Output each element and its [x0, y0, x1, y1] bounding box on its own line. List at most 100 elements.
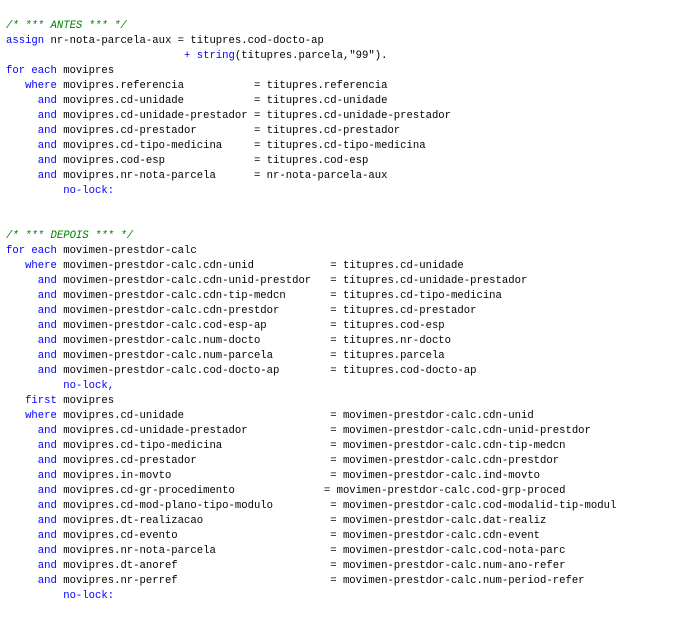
code-line: and movimen-prestdor-calc.num-docto = ti…	[6, 334, 690, 349]
code-keyword: and	[37, 470, 57, 482]
code-keyword: and	[37, 455, 57, 467]
code-line: and movipres.cd-unidade-prestador = titu…	[6, 109, 690, 124]
code-text: movimen-prestdor-calc.cdn-prestdor = tit…	[56, 305, 477, 317]
code-line: /* *** DEPOIS *** */	[6, 229, 690, 244]
code-keyword: assign	[6, 35, 45, 47]
code-line: + string(titupres.parcela,"99").	[6, 49, 690, 64]
code-keyword: no-lock:	[63, 185, 115, 197]
code-line: for each movipres	[6, 64, 690, 79]
code-line: and movipres.cd-prestador = movimen-pres…	[6, 454, 690, 469]
code-text: movipres.cd-unidade-prestador = titupres…	[56, 110, 452, 122]
code-text: movipres.cod-esp = titupres.cod-esp	[56, 155, 369, 167]
code-keyword: and	[37, 515, 57, 527]
code-keyword: and	[37, 545, 57, 557]
code-line: and movipres.cd-mod-plano-tipo-modulo = …	[6, 499, 690, 514]
code-text: movimen-prestdor-calc.num-parcela = titu…	[56, 350, 445, 362]
code-line: no-lock:	[6, 589, 690, 604]
code-line: and movipres.cd-gr-procedimento = movime…	[6, 484, 690, 499]
code-comment: /* *** DEPOIS *** */	[6, 230, 134, 242]
code-text: movimen-prestdor-calc.cod-docto-ap = tit…	[56, 365, 477, 377]
code-text: movipres.cd-gr-procedimento = movimen-pr…	[56, 485, 566, 497]
code-line: and movimen-prestdor-calc.cod-docto-ap =…	[6, 364, 690, 379]
code-keyword: and	[37, 560, 57, 572]
code-editor[interactable]: /* *** ANTES *** */ assign nr-nota-parcel…	[6, 19, 690, 604]
code-keyword: for each	[6, 65, 57, 77]
code-keyword: and	[37, 290, 57, 302]
code-line: and movimen-prestdor-calc.cdn-tip-medcn …	[6, 289, 690, 304]
code-keyword: and	[37, 320, 57, 332]
code-keyword: and	[37, 170, 57, 182]
code-line: and movipres.dt-realizacao = movimen-pre…	[6, 514, 690, 529]
code-text: movipres.dt-realizacao = movimen-prestdo…	[56, 515, 547, 527]
code-keyword: and	[37, 110, 57, 122]
code-text: nr-nota-parcela-aux = titupres.cod-docto…	[44, 35, 324, 47]
code-line: and movimen-prestdor-calc.cod-esp-ap = t…	[6, 319, 690, 334]
code-text: (titupres.parcela,"99").	[234, 50, 388, 62]
code-text: movipres.cd-prestador = movimen-prestdor…	[56, 455, 560, 467]
code-line: /* *** ANTES *** */	[6, 19, 690, 34]
code-line: and movipres.in-movto = movimen-prestdor…	[6, 469, 690, 484]
code-text: movimen-prestdor-calc.cod-esp-ap = titup…	[56, 320, 445, 332]
code-text: movipres.cd-unidade = movimen-prestdor-c…	[56, 410, 534, 422]
code-line: and movipres.cd-unidade = titupres.cd-un…	[6, 94, 690, 109]
code-text: movipres.nr-perref = movimen-prestdor-ca…	[56, 575, 585, 587]
code-keyword: and	[37, 425, 57, 437]
code-keyword: first	[25, 395, 57, 407]
code-keyword: and	[37, 485, 57, 497]
code-keyword: string	[196, 50, 235, 62]
code-line: and movipres.cd-evento = movimen-prestdo…	[6, 529, 690, 544]
code-text: movimen-prestdor-calc.num-docto = titupr…	[56, 335, 452, 347]
code-text: movipres.cd-unidade = titupres.cd-unidad…	[56, 95, 388, 107]
code-line: no-lock,	[6, 379, 690, 394]
code-line: and movipres.cd-prestador = titupres.cd-…	[6, 124, 690, 139]
code-text: movipres.nr-nota-parcela = nr-nota-parce…	[56, 170, 388, 182]
code-text: movipres.cd-tipo-medicina = titupres.cd-…	[56, 140, 426, 152]
code-keyword: and	[37, 365, 57, 377]
code-line: no-lock:	[6, 184, 690, 199]
code-keyword: and	[37, 575, 57, 587]
code-keyword: and	[37, 140, 57, 152]
code-keyword: and	[37, 305, 57, 317]
code-line: and movimen-prestdor-calc.cdn-prestdor =…	[6, 304, 690, 319]
code-line: and movipres.nr-nota-parcela = nr-nota-p…	[6, 169, 690, 184]
code-line: and movipres.cd-tipo-medicina = movimen-…	[6, 439, 690, 454]
code-line: and movipres.nr-perref = movimen-prestdo…	[6, 574, 690, 589]
code-text: movipres.dt-anoref = movimen-prestdor-ca…	[56, 560, 566, 572]
code-text: movipres.nr-nota-parcela = movimen-prest…	[56, 545, 566, 557]
code-text: movipres.referencia = titupres.referenci…	[56, 80, 388, 92]
code-line: and movipres.dt-anoref = movimen-prestdo…	[6, 559, 690, 574]
code-text: movipres.in-movto = movimen-prestdor-cal…	[56, 470, 541, 482]
code-keyword: and	[37, 500, 57, 512]
code-line: and movimen-prestdor-calc.num-parcela = …	[6, 349, 690, 364]
code-text: movipres.cd-prestador = titupres.cd-pres…	[56, 125, 401, 137]
code-text: movipres.cd-tipo-medicina = movimen-pres…	[56, 440, 566, 452]
code-text: movimen-prestdor-calc.cdn-unid = titupre…	[56, 260, 464, 272]
code-keyword: and	[37, 335, 57, 347]
code-line: where movimen-prestdor-calc.cdn-unid = t…	[6, 259, 690, 274]
code-text: movimen-prestdor-calc	[56, 245, 197, 257]
